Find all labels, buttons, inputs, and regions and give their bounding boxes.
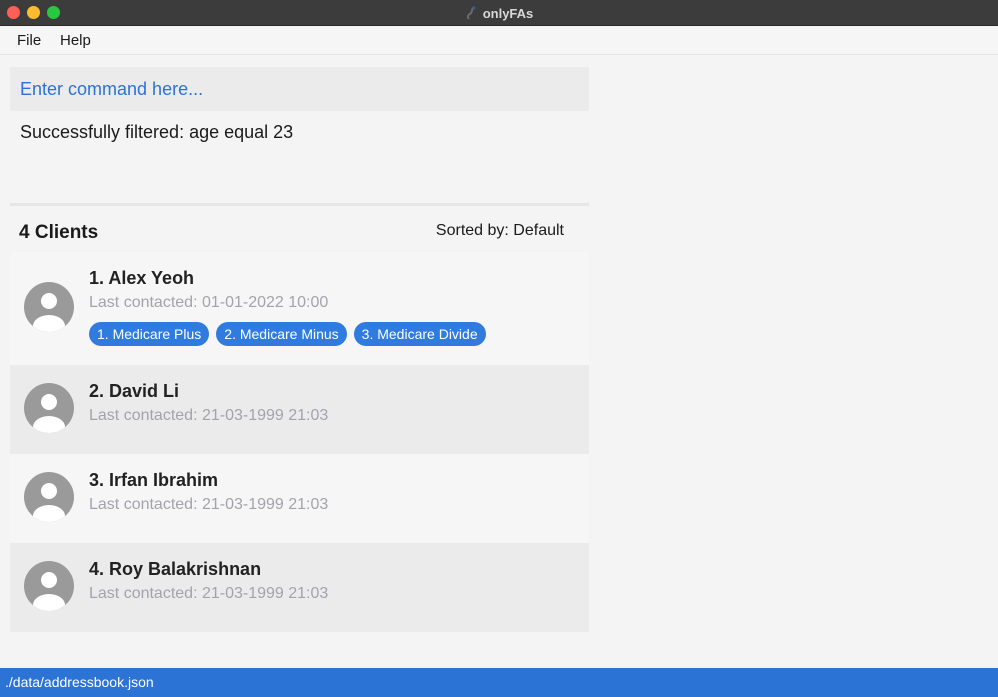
save-location-path: ./data/addressbook.json xyxy=(5,674,154,690)
avatar-icon xyxy=(24,472,74,522)
client-count: 4 Clients xyxy=(19,222,99,243)
client-last-contacted: Last contacted: 01-01-2022 10:00 xyxy=(89,294,329,311)
command-box xyxy=(10,67,589,111)
menu-bar: File Help xyxy=(0,27,998,55)
menu-help[interactable]: Help xyxy=(60,32,91,49)
client-card[interactable]: 3. Irfan Ibrahim Last contacted: 21-03-1… xyxy=(10,454,589,543)
avatar-icon xyxy=(24,561,74,611)
panel-divider[interactable] xyxy=(10,203,589,206)
app-icon xyxy=(465,6,479,20)
client-name: 4. Roy Balakrishnan xyxy=(89,559,262,579)
client-card[interactable]: 1. Alex Yeoh Last contacted: 01-01-2022 … xyxy=(10,252,589,365)
result-message: Successfully filtered: age equal 23 xyxy=(20,122,294,142)
client-name: 1. Alex Yeoh xyxy=(89,268,195,288)
policy-tag: 1. Medicare Plus xyxy=(89,322,210,346)
policy-tags: 1. Medicare Plus 2. Medicare Minus 3. Me… xyxy=(89,322,486,346)
command-input[interactable] xyxy=(20,78,589,100)
status-bar: ./data/addressbook.json xyxy=(0,668,998,697)
window-title-group: onlyFAs xyxy=(0,0,998,26)
client-last-contacted: Last contacted: 21-03-1999 21:03 xyxy=(89,585,329,602)
avatar-icon xyxy=(24,383,74,433)
policy-tag: 3. Medicare Divide xyxy=(353,322,486,346)
client-name: 3. Irfan Ibrahim xyxy=(89,470,219,490)
client-card[interactable]: 4. Roy Balakrishnan Last contacted: 21-0… xyxy=(10,543,589,632)
client-name: 2. David Li xyxy=(89,381,180,401)
policy-tag: 2. Medicare Minus xyxy=(216,322,347,346)
window-title: onlyFAs xyxy=(482,5,534,21)
client-last-contacted: Last contacted: 21-03-1999 21:03 xyxy=(89,407,329,424)
window-titlebar: onlyFAs xyxy=(0,0,998,26)
sort-label: Sorted by: Default xyxy=(435,222,564,239)
avatar-icon xyxy=(24,282,74,332)
menu-file[interactable]: File xyxy=(17,32,41,49)
client-last-contacted: Last contacted: 21-03-1999 21:03 xyxy=(89,496,329,513)
client-list-header: 4 Clients Sorted by: Default xyxy=(10,210,589,252)
result-display: Successfully filtered: age equal 23 xyxy=(10,112,589,204)
client-card[interactable]: 2. David Li Last contacted: 21-03-1999 2… xyxy=(10,365,589,454)
